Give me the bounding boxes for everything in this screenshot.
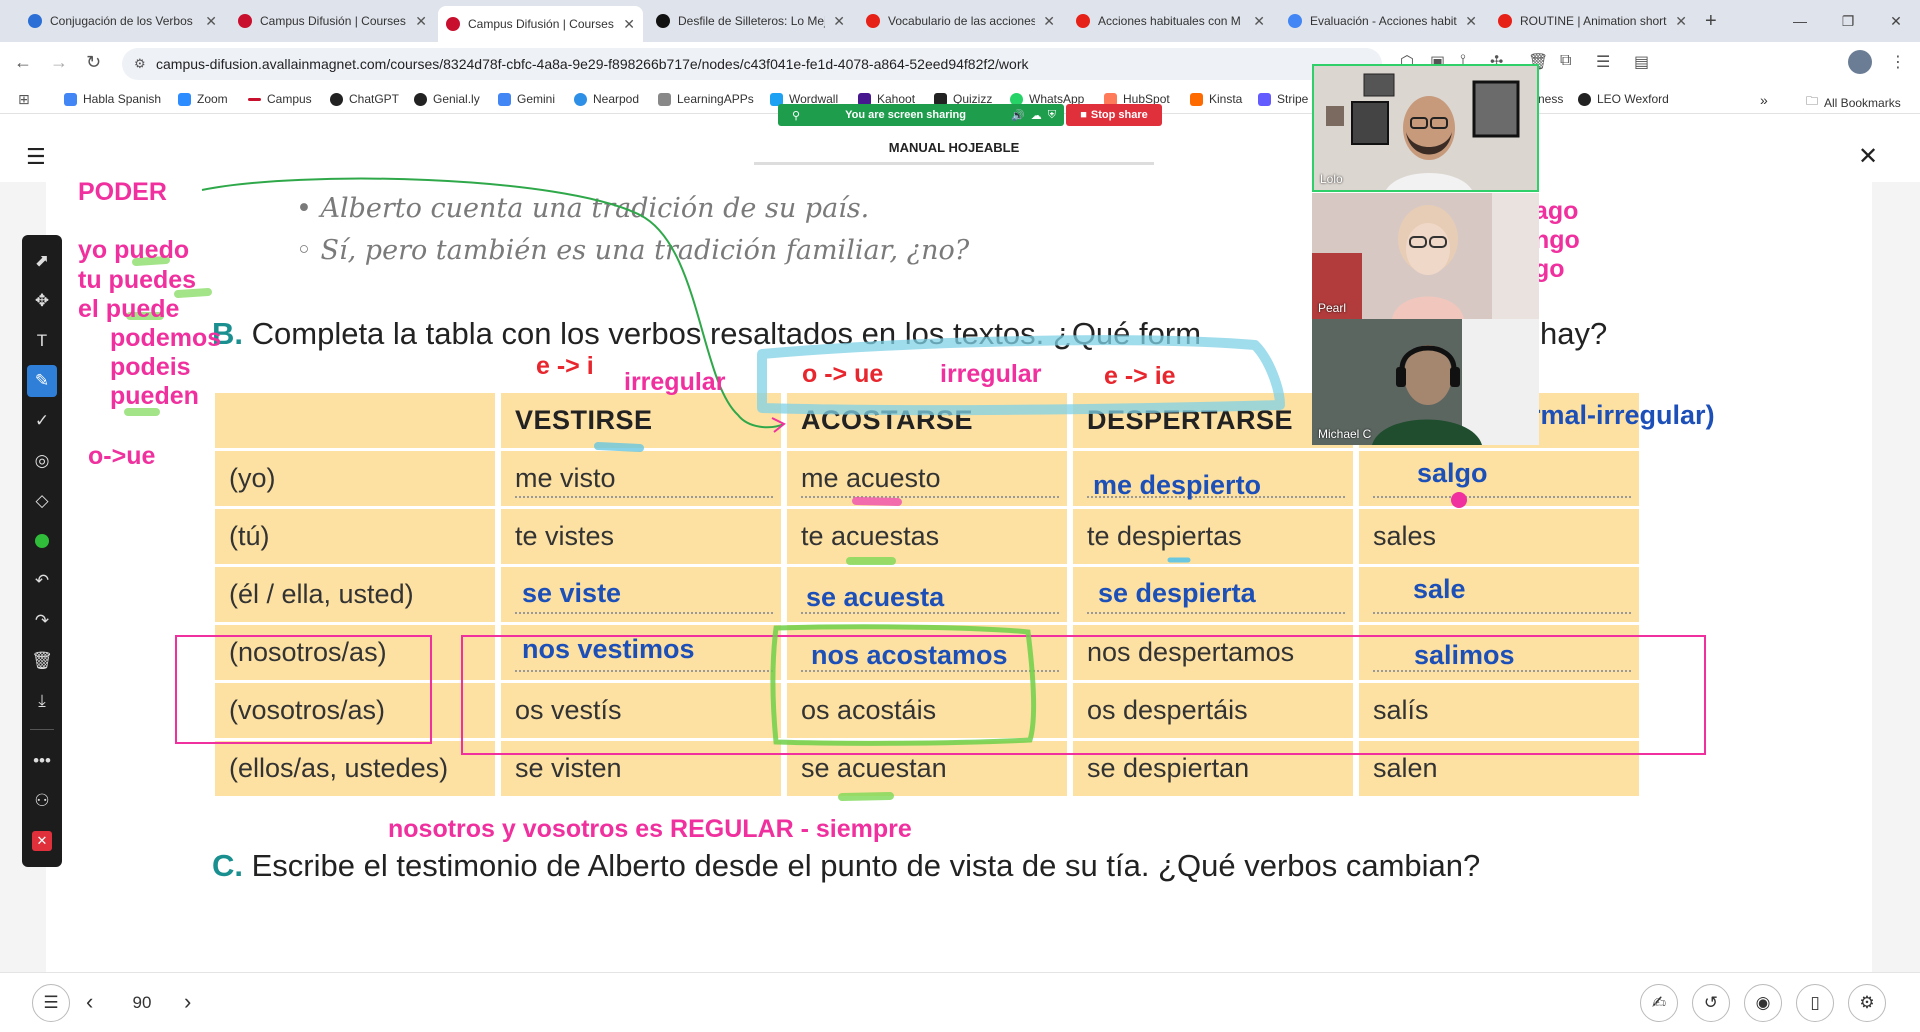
more-options-icon[interactable]: ••• bbox=[22, 745, 62, 777]
annotation-tool-palette: ⬈ ✥ T ✎ ✓ ◎ ◇ ↶ ↷ 🗑 ⤓ ••• ⚇ ✕ bbox=[22, 235, 62, 867]
annotation-text: yo puedo bbox=[78, 236, 190, 264]
annotation-text: ago bbox=[1534, 197, 1579, 225]
annotation-text: PODER bbox=[78, 178, 167, 206]
annotation-text: salgo bbox=[1417, 458, 1488, 488]
redo-icon[interactable]: ↷ bbox=[22, 605, 62, 637]
previous-page-icon[interactable]: ‹ bbox=[86, 989, 93, 1015]
reset-icon[interactable]: ↺ bbox=[1692, 984, 1730, 1022]
pink-highlight-stroke bbox=[852, 497, 902, 506]
participant-video-icon bbox=[1314, 66, 1537, 190]
annotation-text: e -> ie bbox=[1104, 362, 1176, 390]
participant-video-icon bbox=[1312, 193, 1539, 319]
bookmark-icon[interactable]: ▯ bbox=[1796, 984, 1834, 1022]
annotation-text: nos acostamos bbox=[811, 640, 1008, 670]
check-tool-icon[interactable]: ✓ bbox=[22, 405, 62, 437]
annotation-drawing-layer bbox=[124, 177, 1706, 801]
annotation-text: ngo bbox=[1534, 226, 1580, 254]
annotation-text: e -> i bbox=[536, 352, 594, 380]
annotation-text: sale bbox=[1413, 574, 1466, 604]
annotation-text: salimos bbox=[1414, 640, 1515, 670]
page-number[interactable]: 90 bbox=[118, 993, 166, 1013]
annotation-text: o->ue bbox=[88, 442, 156, 470]
annotation-text: podeis bbox=[110, 353, 191, 381]
annotation-text: tu puedes bbox=[78, 266, 197, 294]
video-tile[interactable]: Michael C bbox=[1312, 319, 1539, 445]
participant-name: Pearl bbox=[1318, 301, 1347, 315]
participant-name: Michael C bbox=[1318, 427, 1372, 441]
annotation-text: se despierta bbox=[1098, 578, 1256, 608]
palette-divider bbox=[30, 729, 54, 730]
bottom-navigation-bar: ☰ ‹ 90 › ✍ ↺ ◉ ▯ ⚙ bbox=[0, 972, 1920, 1032]
participant-icon[interactable]: ⚇ bbox=[22, 785, 62, 817]
annotation-text: el puede bbox=[78, 295, 180, 323]
annotation-text: irregular bbox=[940, 360, 1042, 388]
undo-icon[interactable]: ↶ bbox=[22, 565, 62, 597]
table-of-contents-icon[interactable]: ☰ bbox=[32, 984, 70, 1022]
next-page-icon[interactable]: › bbox=[184, 989, 191, 1015]
annotation-text: nos vestimos bbox=[522, 634, 695, 664]
annotation-text: pueden bbox=[110, 382, 199, 410]
eraser-tool-icon[interactable]: ◇ bbox=[22, 485, 62, 517]
annotation-text: se viste bbox=[522, 578, 622, 608]
annotation-text: me despierto bbox=[1093, 470, 1262, 500]
green-highlight-stroke bbox=[838, 792, 894, 801]
annotation-text: rmal-irregular) bbox=[1530, 400, 1715, 430]
annotation-text: podemos bbox=[110, 324, 222, 352]
move-tool-icon[interactable]: ✥ bbox=[22, 285, 62, 317]
video-tile[interactable]: Pearl bbox=[1312, 193, 1539, 319]
download-icon[interactable]: ⤓ bbox=[22, 685, 62, 717]
view-eye-icon[interactable]: ◉ bbox=[1744, 984, 1782, 1022]
annotate-icon[interactable]: ✍ bbox=[1640, 984, 1678, 1022]
participant-name: Lolo bbox=[1320, 172, 1343, 186]
close-palette-icon[interactable]: ✕ bbox=[22, 825, 62, 857]
pink-dot-mark bbox=[1451, 492, 1467, 508]
spotlight-tool-icon[interactable]: ◎ bbox=[22, 445, 62, 477]
annotation-text: nosotros y vosotros es REGULAR - siempre bbox=[388, 815, 912, 843]
annotation-text: se acuesta bbox=[806, 582, 945, 612]
blue-highlight-stroke bbox=[594, 442, 644, 452]
annotation-text: irregular bbox=[624, 368, 726, 396]
settings-gear-icon[interactable]: ⚙ bbox=[1848, 984, 1886, 1022]
clear-trash-icon[interactable]: 🗑 bbox=[22, 645, 62, 677]
pink-box-stroke bbox=[175, 635, 432, 744]
annotation-text: o -> ue bbox=[802, 360, 884, 388]
pointer-tool-icon[interactable]: ⬈ bbox=[22, 245, 62, 277]
color-picker-icon[interactable] bbox=[22, 525, 62, 557]
text-tool-icon[interactable]: T bbox=[22, 325, 62, 357]
pen-tool-icon[interactable]: ✎ bbox=[27, 365, 57, 397]
video-tile[interactable]: Lolo bbox=[1312, 64, 1539, 192]
